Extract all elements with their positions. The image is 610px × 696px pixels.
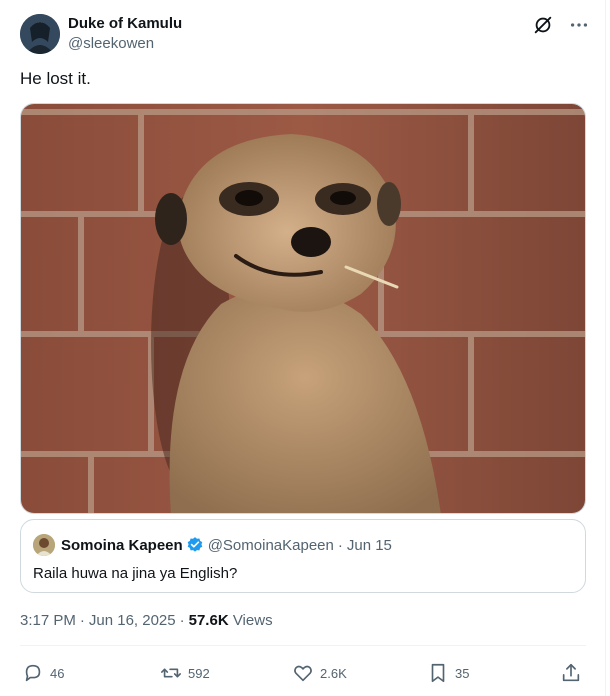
reply-icon [25, 664, 41, 682]
quoted-separator: · [337, 536, 343, 554]
avatar[interactable] [20, 14, 60, 54]
quoted-display-name: Somoina Kapeen [61, 536, 183, 554]
tweet-meta: 3:17 PM · Jun 16, 2025 · 57.6K Views [20, 611, 273, 631]
bookmark-count: 35 [455, 665, 470, 681]
heart-icon [294, 665, 312, 682]
more-options-icon[interactable] [568, 14, 590, 36]
quoted-avatar [33, 534, 55, 556]
tweet-date[interactable]: Jun 16, 2025 [89, 612, 176, 629]
action-bar: 46 592 2.6K 35 [20, 658, 586, 688]
reply-button[interactable]: 46 [22, 658, 64, 688]
verified-badge-icon [187, 537, 202, 552]
meta-separator: · [79, 612, 85, 629]
bookmark-icon [431, 663, 445, 683]
quoted-handle: @SomoinaKapeen [207, 536, 334, 554]
quoted-avatar-image [33, 534, 55, 556]
share-button[interactable] [560, 658, 588, 688]
grok-icon[interactable] [532, 14, 554, 36]
like-button[interactable]: 2.6K [292, 658, 347, 688]
like-count: 2.6K [320, 665, 347, 681]
reply-count: 46 [50, 665, 65, 681]
tweet-time[interactable]: 3:17 PM [20, 612, 76, 629]
quoted-tweet-header: Somoina Kapeen @SomoinaKapeen · Jun 15 [33, 534, 392, 556]
meta-separator-2: · [179, 612, 185, 629]
tweet-header: Duke of Kamulu @sleekowen [20, 14, 590, 54]
repost-icon [161, 668, 181, 678]
views-label: Views [232, 612, 273, 629]
quoted-tweet-text: Raila huwa na jina ya English? [33, 565, 238, 582]
bookmark-button[interactable]: 35 [427, 658, 469, 688]
repost-button[interactable]: 592 [160, 658, 210, 688]
meerkat-photo-icon [21, 104, 585, 513]
author-display-name[interactable]: Duke of Kamulu [68, 14, 182, 34]
quoted-tweet[interactable]: Somoina Kapeen @SomoinaKapeen · Jun 15 R… [20, 519, 586, 593]
share-icon [562, 663, 580, 682]
repost-count: 592 [188, 665, 210, 681]
views-count: 57.6K [188, 612, 229, 629]
author-info: Duke of Kamulu @sleekowen [68, 14, 182, 54]
avatar-image [20, 14, 60, 54]
tweet-media[interactable] [20, 103, 586, 514]
tweet-text: He lost it. [20, 69, 91, 88]
quoted-date[interactable]: Jun 15 [347, 537, 392, 554]
author-handle[interactable]: @sleekowen [68, 34, 182, 54]
divider [20, 645, 586, 646]
tweet-card: Duke of Kamulu @sleekowen He lost it. So… [0, 0, 606, 696]
